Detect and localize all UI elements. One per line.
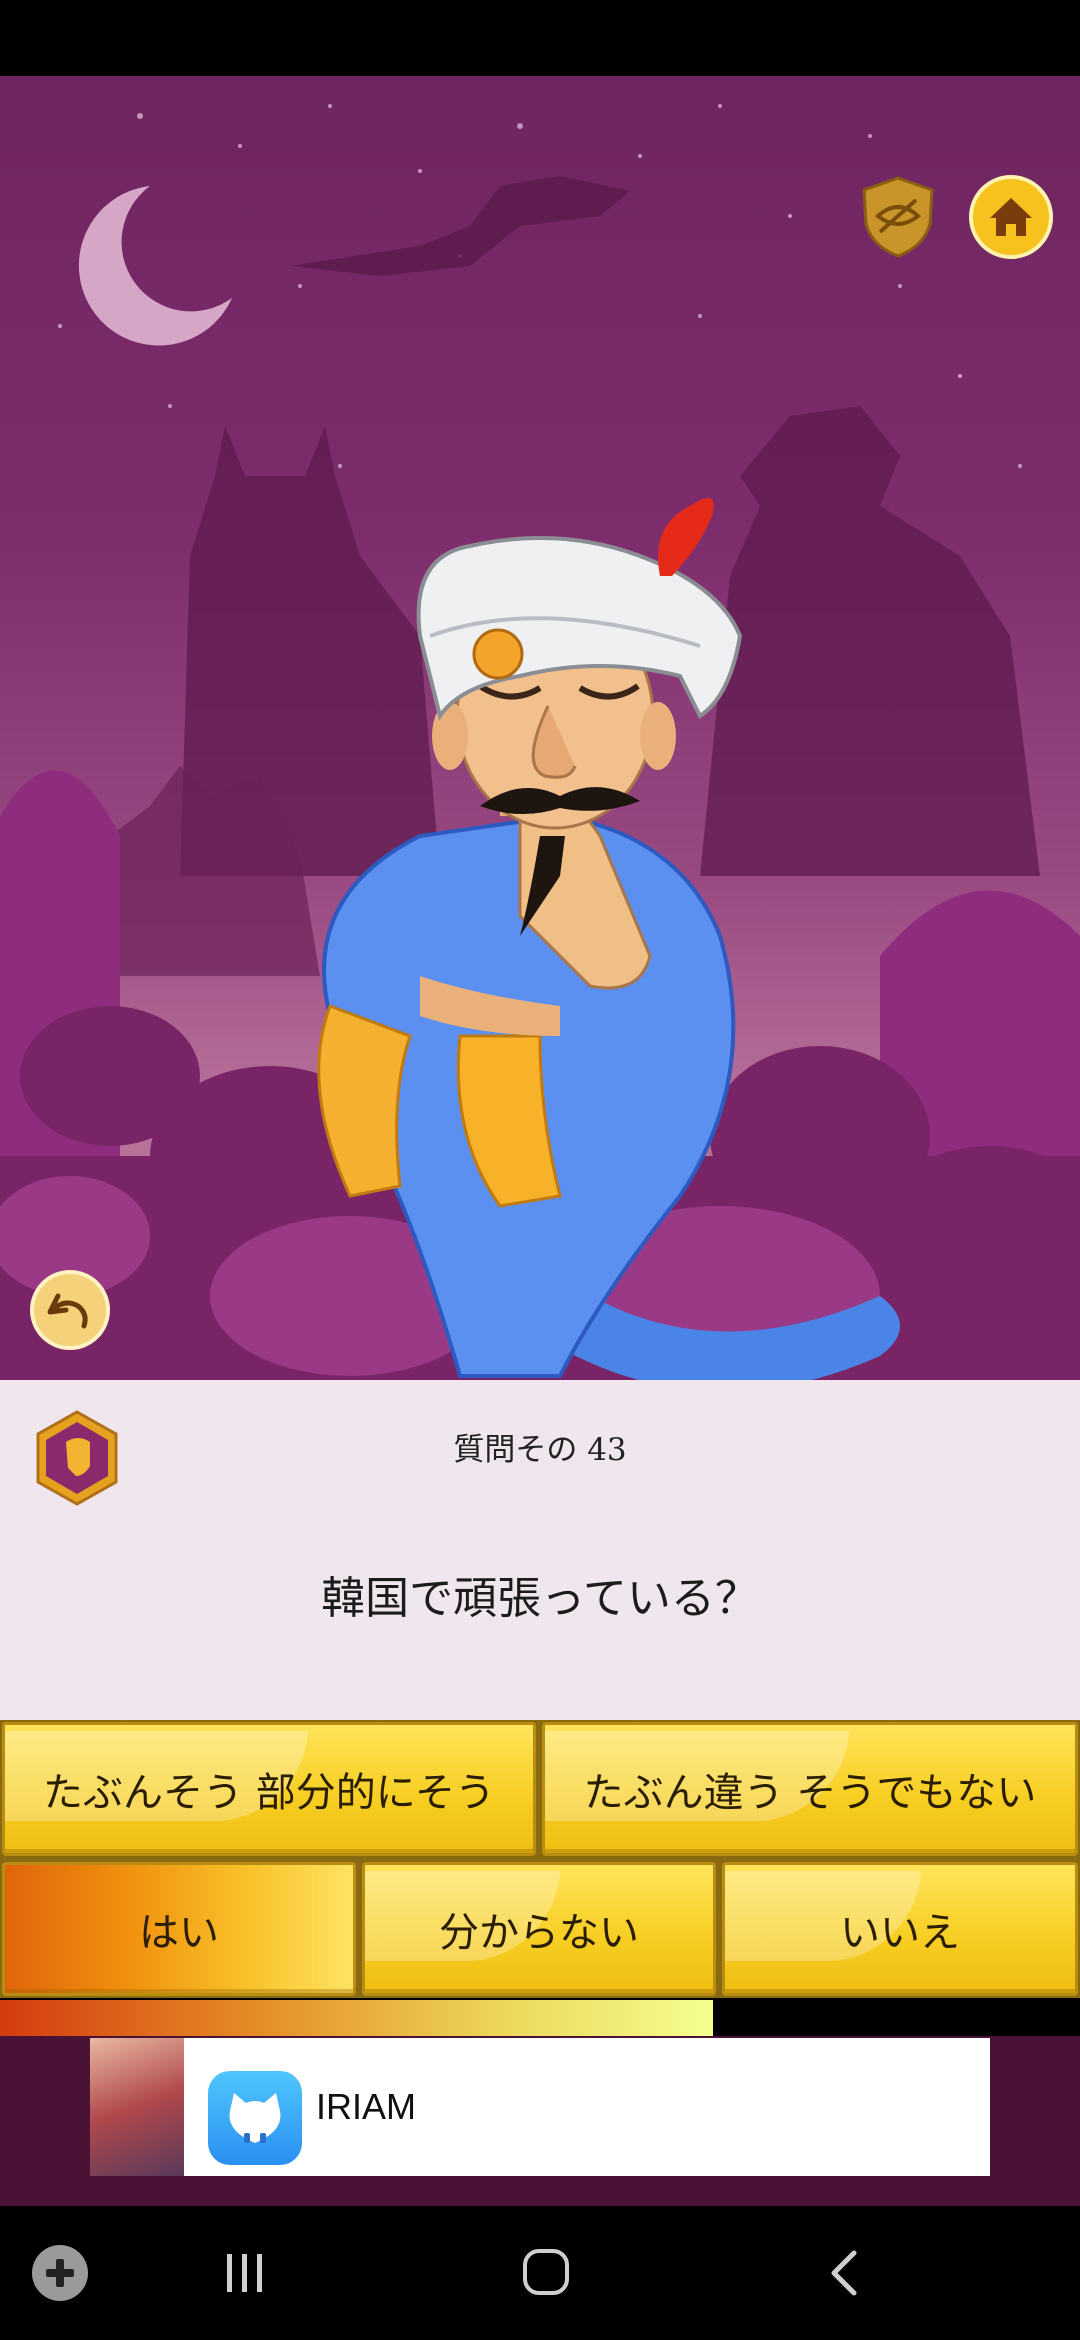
no-button[interactable]: いいえ: [722, 1862, 1078, 1996]
progress-fill: [0, 2000, 713, 2036]
hide-icon[interactable]: [858, 174, 938, 260]
probably-not-label: たぶん違う そうでもない: [583, 1770, 1037, 1816]
answer-grid: たぶんそう 部分的にそう たぶん違う そうでもない はい 分からない いいえ: [0, 1720, 1080, 1998]
yes-label: はい: [139, 1910, 219, 1956]
home-icon[interactable]: [968, 174, 1054, 260]
navigation-bar: [0, 2206, 1080, 2340]
iriam-app-icon: [208, 2071, 302, 2165]
undo-icon[interactable]: [28, 1268, 112, 1352]
recents-icon[interactable]: [200, 2206, 290, 2340]
game-scene: [0, 76, 1080, 1380]
ad-banner[interactable]: IRIAM: [90, 2038, 990, 2176]
yes-button[interactable]: はい: [2, 1862, 356, 1996]
ad-thumbnail: [90, 2038, 184, 2176]
probably-button[interactable]: たぶんそう 部分的にそう: [2, 1722, 536, 1856]
question-number: 質問その 43: [453, 1432, 627, 1468]
probably-label: たぶんそう 部分的にそう: [43, 1770, 495, 1816]
dont-know-label: 分からない: [439, 1910, 639, 1956]
home-nav-icon[interactable]: [500, 2206, 590, 2340]
scene-illustration: [0, 104, 1080, 1380]
probably-not-button[interactable]: たぶん違う そうでもない: [542, 1722, 1078, 1856]
back-icon[interactable]: [800, 2206, 890, 2340]
dont-know-button[interactable]: 分からない: [362, 1862, 716, 1996]
progress-bar: [0, 2000, 1080, 2036]
question-text: 韓国で頑張っている？: [321, 1573, 759, 1624]
ad-app-name: IRIAM: [316, 2086, 417, 2127]
no-label: いいえ: [840, 1910, 960, 1956]
status-bar: [0, 0, 1080, 76]
game-launcher-icon[interactable]: [24, 2206, 96, 2340]
